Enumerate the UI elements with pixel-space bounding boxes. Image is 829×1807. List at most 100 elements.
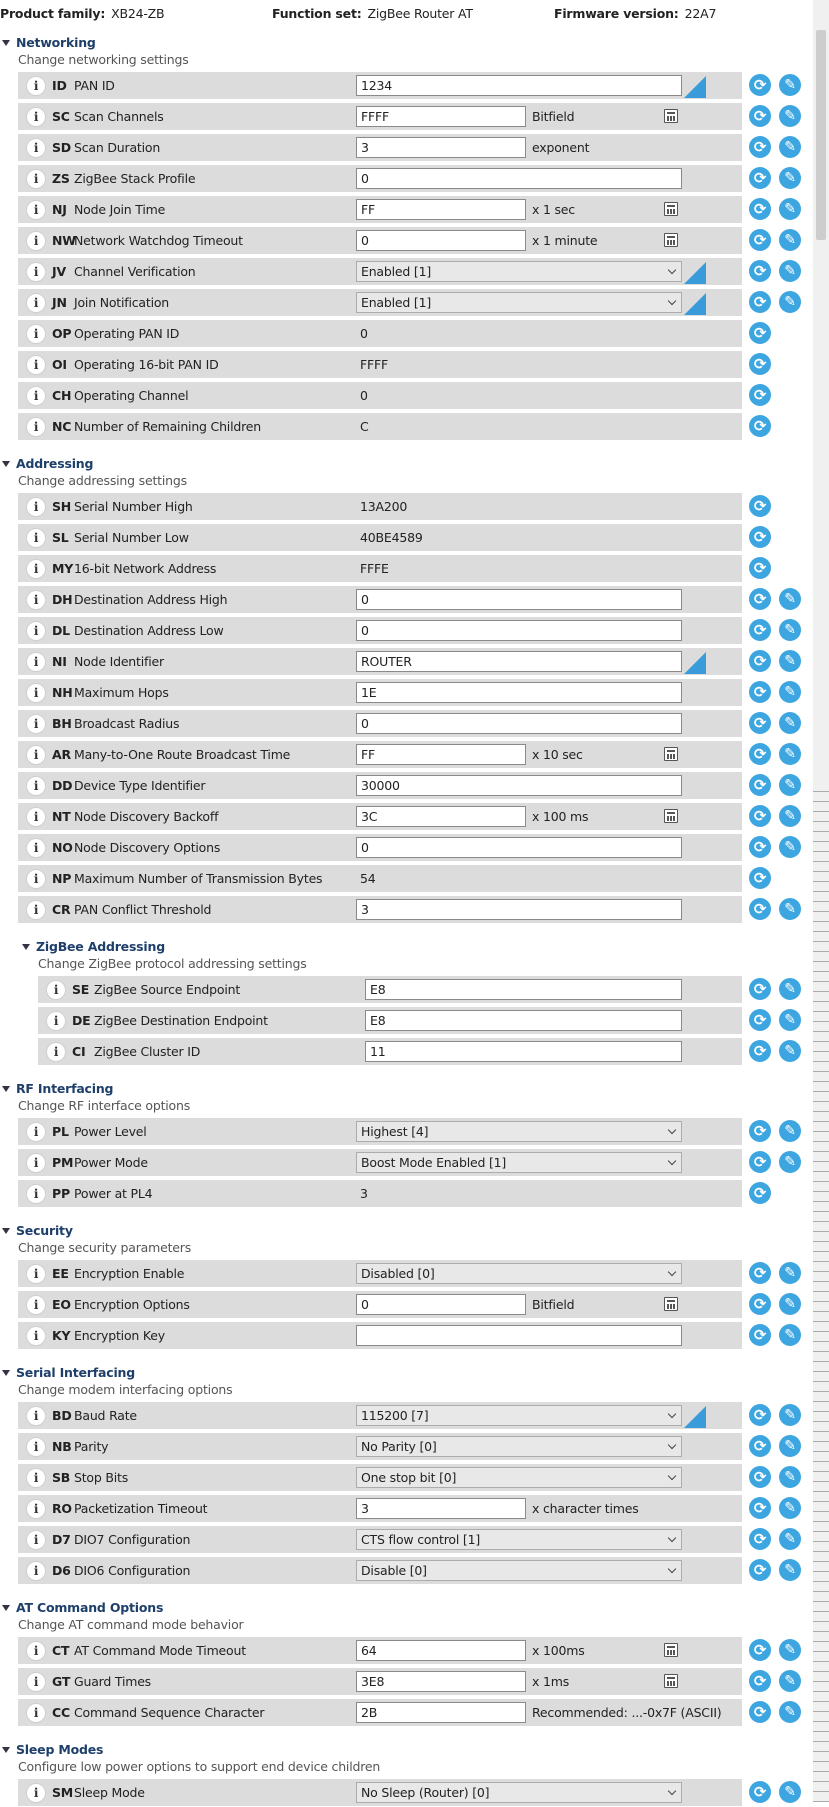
read-refresh-icon[interactable]: ⟳ xyxy=(749,805,771,827)
write-pencil-icon[interactable]: ✎ xyxy=(779,1404,801,1426)
calculator-icon[interactable] xyxy=(664,202,678,216)
info-icon[interactable]: i xyxy=(46,1042,66,1062)
read-refresh-icon[interactable]: ⟳ xyxy=(749,74,771,96)
read-refresh-icon[interactable]: ⟳ xyxy=(749,1120,771,1142)
section-serial-interfacing[interactable]: Serial Interfacing Change modem interfaci… xyxy=(0,1365,740,1405)
section-addressing[interactable]: Addressing Change addressing settings xyxy=(0,456,740,496)
chevron-down-icon[interactable] xyxy=(667,1533,677,1543)
read-refresh-icon[interactable]: ⟳ xyxy=(749,1182,771,1204)
chevron-down-icon[interactable] xyxy=(667,1125,677,1135)
info-icon[interactable]: i xyxy=(26,1437,46,1457)
read-refresh-icon[interactable]: ⟳ xyxy=(749,1324,771,1346)
calculator-icon[interactable] xyxy=(664,1674,678,1688)
read-refresh-icon[interactable]: ⟳ xyxy=(749,898,771,920)
chevron-down-icon[interactable] xyxy=(667,265,677,275)
read-refresh-icon[interactable]: ⟳ xyxy=(749,867,771,889)
info-icon[interactable]: i xyxy=(26,1468,46,1488)
read-refresh-icon[interactable]: ⟳ xyxy=(749,712,771,734)
chevron-down-icon[interactable] xyxy=(667,1471,677,1481)
write-pencil-icon[interactable]: ✎ xyxy=(779,712,801,734)
write-pencil-icon[interactable]: ✎ xyxy=(779,229,801,251)
info-icon[interactable]: i xyxy=(26,231,46,251)
read-refresh-icon[interactable]: ⟳ xyxy=(749,1293,771,1315)
value-input[interactable]: E8 xyxy=(365,979,682,1000)
write-pencil-icon[interactable]: ✎ xyxy=(779,588,801,610)
write-pencil-icon[interactable]: ✎ xyxy=(779,1040,801,1062)
info-icon[interactable]: i xyxy=(46,980,66,1000)
read-refresh-icon[interactable]: ⟳ xyxy=(749,1466,771,1488)
info-icon[interactable]: i xyxy=(26,1184,46,1204)
info-icon[interactable]: i xyxy=(26,262,46,282)
read-refresh-icon[interactable]: ⟳ xyxy=(749,415,771,437)
read-refresh-icon[interactable]: ⟳ xyxy=(749,1262,771,1284)
value-input[interactable]: 0 xyxy=(356,837,682,858)
write-pencil-icon[interactable]: ✎ xyxy=(779,1466,801,1488)
value-input[interactable]: 3 xyxy=(356,137,526,158)
info-icon[interactable]: i xyxy=(46,1011,66,1031)
value-input[interactable]: 0 xyxy=(356,620,682,641)
value-select[interactable]: Boost Mode Enabled [1] xyxy=(356,1152,682,1173)
read-refresh-icon[interactable]: ⟳ xyxy=(749,1781,771,1803)
calculator-icon[interactable] xyxy=(664,1643,678,1657)
calculator-icon[interactable] xyxy=(664,109,678,123)
read-refresh-icon[interactable]: ⟳ xyxy=(749,322,771,344)
chevron-down-icon[interactable] xyxy=(667,1440,677,1450)
value-input[interactable]: E8 xyxy=(365,1010,682,1031)
info-icon[interactable]: i xyxy=(26,683,46,703)
write-pencil-icon[interactable]: ✎ xyxy=(779,1151,801,1173)
write-pencil-icon[interactable]: ✎ xyxy=(779,681,801,703)
section-zigbee-addressing[interactable]: ZigBee Addressing Change ZigBee protocol … xyxy=(0,939,740,979)
info-icon[interactable]: i xyxy=(26,169,46,189)
read-refresh-icon[interactable]: ⟳ xyxy=(749,681,771,703)
info-icon[interactable]: i xyxy=(26,417,46,437)
write-pencil-icon[interactable]: ✎ xyxy=(779,1639,801,1661)
read-refresh-icon[interactable]: ⟳ xyxy=(749,1040,771,1062)
write-pencil-icon[interactable]: ✎ xyxy=(779,619,801,641)
read-refresh-icon[interactable]: ⟳ xyxy=(749,105,771,127)
calculator-icon[interactable] xyxy=(664,233,678,247)
write-pencil-icon[interactable]: ✎ xyxy=(779,743,801,765)
value-select[interactable]: Enabled [1] xyxy=(356,292,682,313)
info-icon[interactable]: i xyxy=(26,1264,46,1284)
info-icon[interactable]: i xyxy=(26,1561,46,1581)
calculator-icon[interactable] xyxy=(664,747,678,761)
chevron-down-icon[interactable] xyxy=(667,1786,677,1796)
write-pencil-icon[interactable]: ✎ xyxy=(779,774,801,796)
value-select[interactable]: One stop bit [0] xyxy=(356,1467,682,1488)
write-pencil-icon[interactable]: ✎ xyxy=(779,805,801,827)
info-icon[interactable]: i xyxy=(26,807,46,827)
section-rf-interfacing[interactable]: RF Interfacing Change RF interface option… xyxy=(0,1081,740,1121)
read-refresh-icon[interactable]: ⟳ xyxy=(749,198,771,220)
info-icon[interactable]: i xyxy=(26,1406,46,1426)
info-icon[interactable]: i xyxy=(26,1153,46,1173)
info-icon[interactable]: i xyxy=(26,386,46,406)
value-input[interactable]: ROUTER xyxy=(356,651,682,672)
collapse-arrow-icon[interactable] xyxy=(2,1086,10,1092)
info-icon[interactable]: i xyxy=(26,200,46,220)
write-pencil-icon[interactable]: ✎ xyxy=(779,105,801,127)
info-icon[interactable]: i xyxy=(26,293,46,313)
write-pencil-icon[interactable]: ✎ xyxy=(779,1435,801,1457)
calculator-icon[interactable] xyxy=(664,809,678,823)
section-sleep-modes[interactable]: Sleep Modes Configure low power options t… xyxy=(0,1742,740,1782)
collapse-arrow-icon[interactable] xyxy=(22,944,30,950)
value-input[interactable]: 11 xyxy=(365,1041,682,1062)
info-icon[interactable]: i xyxy=(26,1499,46,1519)
collapse-arrow-icon[interactable] xyxy=(2,461,10,467)
read-refresh-icon[interactable]: ⟳ xyxy=(749,260,771,282)
read-refresh-icon[interactable]: ⟳ xyxy=(749,557,771,579)
read-refresh-icon[interactable]: ⟳ xyxy=(749,978,771,1000)
write-pencil-icon[interactable]: ✎ xyxy=(779,198,801,220)
write-pencil-icon[interactable]: ✎ xyxy=(779,978,801,1000)
value-select[interactable]: CTS flow control [1] xyxy=(356,1529,682,1550)
write-pencil-icon[interactable]: ✎ xyxy=(779,1120,801,1142)
write-pencil-icon[interactable]: ✎ xyxy=(779,1009,801,1031)
info-icon[interactable]: i xyxy=(26,324,46,344)
value-input[interactable]: FFFF xyxy=(356,106,526,127)
info-icon[interactable]: i xyxy=(26,1672,46,1692)
value-input[interactable]: 1E xyxy=(356,682,682,703)
calculator-icon[interactable] xyxy=(664,1297,678,1311)
chevron-down-icon[interactable] xyxy=(667,1409,677,1419)
write-pencil-icon[interactable]: ✎ xyxy=(779,1497,801,1519)
read-refresh-icon[interactable]: ⟳ xyxy=(749,1639,771,1661)
